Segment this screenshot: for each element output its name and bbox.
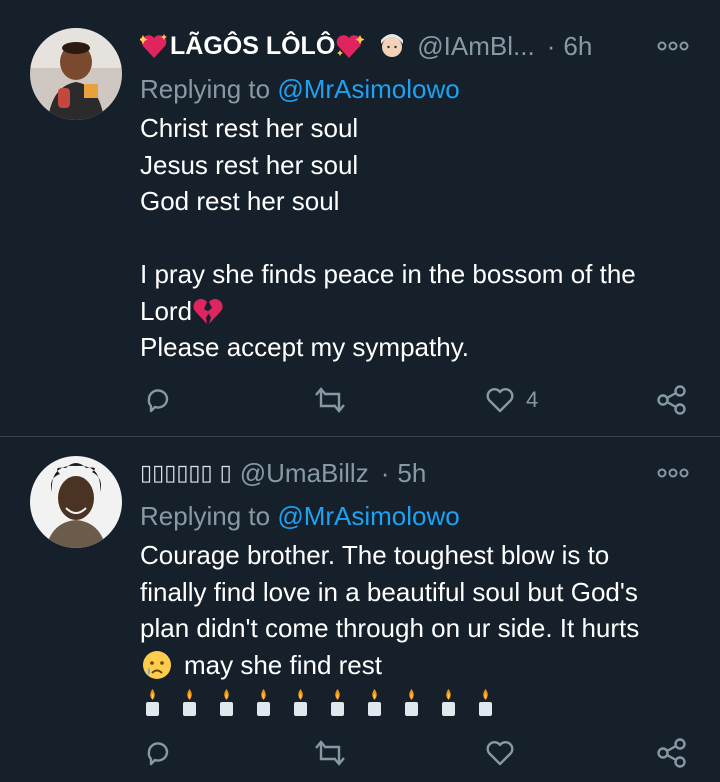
like-button[interactable]: 4 <box>484 380 538 420</box>
avatar[interactable] <box>30 456 122 548</box>
reply-button[interactable] <box>142 380 174 420</box>
sparkling-heart-icon <box>336 35 365 58</box>
bride-icon <box>381 34 404 57</box>
tweet-text: Courage brother. The toughest blow is to… <box>140 537 700 717</box>
text-line-with-emoji: Lord <box>140 293 700 330</box>
text-line: Please accept my sympathy. <box>140 332 469 362</box>
handle[interactable]: @UmaBillz <box>240 458 369 489</box>
share-button[interactable] <box>655 380 689 420</box>
candle-icon <box>479 689 492 716</box>
share-button[interactable] <box>655 733 689 773</box>
broken-heart-icon <box>193 298 223 324</box>
like-button[interactable] <box>484 733 516 773</box>
timestamp[interactable]: 5h <box>397 458 426 489</box>
text-line: Lord <box>140 295 193 326</box>
retweet-button[interactable] <box>312 733 348 773</box>
reply-icon <box>147 389 169 413</box>
text-line: Christ rest her soul <box>140 113 359 143</box>
text-line <box>140 220 700 257</box>
text-line: Courage brother. The toughest blow is to <box>140 540 610 570</box>
action-bar <box>140 733 700 773</box>
handle[interactable]: @IAmBl... <box>417 31 534 62</box>
replying-to: Replying to @MrAsimolowo <box>140 501 460 532</box>
reply-button[interactable] <box>142 733 174 773</box>
candle-icon <box>405 689 418 716</box>
candle-icon <box>183 689 196 716</box>
like-count: 4 <box>526 387 539 412</box>
reply-icon <box>147 742 169 766</box>
more-options-icon[interactable] <box>656 39 690 53</box>
tweet-text: Christ rest her soul Jesus rest her soul… <box>140 110 700 366</box>
reply-mention-link[interactable]: @MrAsimolowo <box>277 74 459 104</box>
share-icon <box>657 738 686 768</box>
candle-icon <box>257 689 270 716</box>
heart-icon <box>486 388 514 413</box>
text-line: Jesus rest her soul <box>140 149 359 180</box>
text-line: plan didn't come through on ur side. It … <box>140 613 640 643</box>
candle-icon <box>294 689 307 716</box>
candle-icon <box>442 689 455 716</box>
retweet-button[interactable] <box>312 380 348 420</box>
replying-to: Replying to @MrAsimolowo <box>140 74 460 105</box>
candle-icon <box>220 689 233 716</box>
text-line: I pray she finds peace in the bossom of … <box>140 259 636 289</box>
avatar[interactable] <box>30 28 122 120</box>
reply-prefix: Replying to <box>140 74 271 104</box>
timestamp[interactable]: 6h <box>563 31 592 62</box>
tweet-2[interactable]: ▯▯▯▯▯▯ ▯ @UmaBillz · 5h Replying to @MrA… <box>0 437 720 782</box>
tweet-header: ▯▯▯▯▯▯ ▯ @UmaBillz · 5h <box>140 456 700 490</box>
text-line: may she find rest <box>184 649 382 680</box>
retweet-icon <box>315 387 345 413</box>
reply-mention-link[interactable]: @MrAsimolowo <box>277 501 459 531</box>
crying-face-icon <box>143 650 171 679</box>
retweet-icon <box>315 740 345 766</box>
action-bar: 4 <box>140 380 700 420</box>
sparkling-heart-icon <box>140 34 167 58</box>
candle-icon <box>331 689 344 716</box>
separator-dot: · <box>546 30 556 61</box>
separator-dot: · <box>380 457 390 488</box>
candle-row <box>140 687 700 717</box>
text-line-with-emoji: may she find rest <box>140 647 700 684</box>
more-options-icon[interactable] <box>656 466 690 480</box>
tweet-header: LÃGÔS LÔLÔ @IAmBl... · 6h <box>140 29 700 63</box>
display-name[interactable]: ▯▯▯▯▯▯ ▯ <box>140 461 232 486</box>
share-icon <box>657 385 686 415</box>
reply-prefix: Replying to <box>140 501 271 531</box>
display-name[interactable]: LÃGÔS LÔLÔ <box>170 32 335 61</box>
candle-icon <box>146 689 159 716</box>
heart-icon <box>486 741 514 766</box>
candle-icon <box>368 689 381 716</box>
text-line: God rest her soul <box>140 186 340 216</box>
tweet-1[interactable]: LÃGÔS LÔLÔ @IAmBl... · 6h Replying to @M… <box>0 0 720 436</box>
text-line: finally find love in a beautiful soul bu… <box>140 576 638 607</box>
